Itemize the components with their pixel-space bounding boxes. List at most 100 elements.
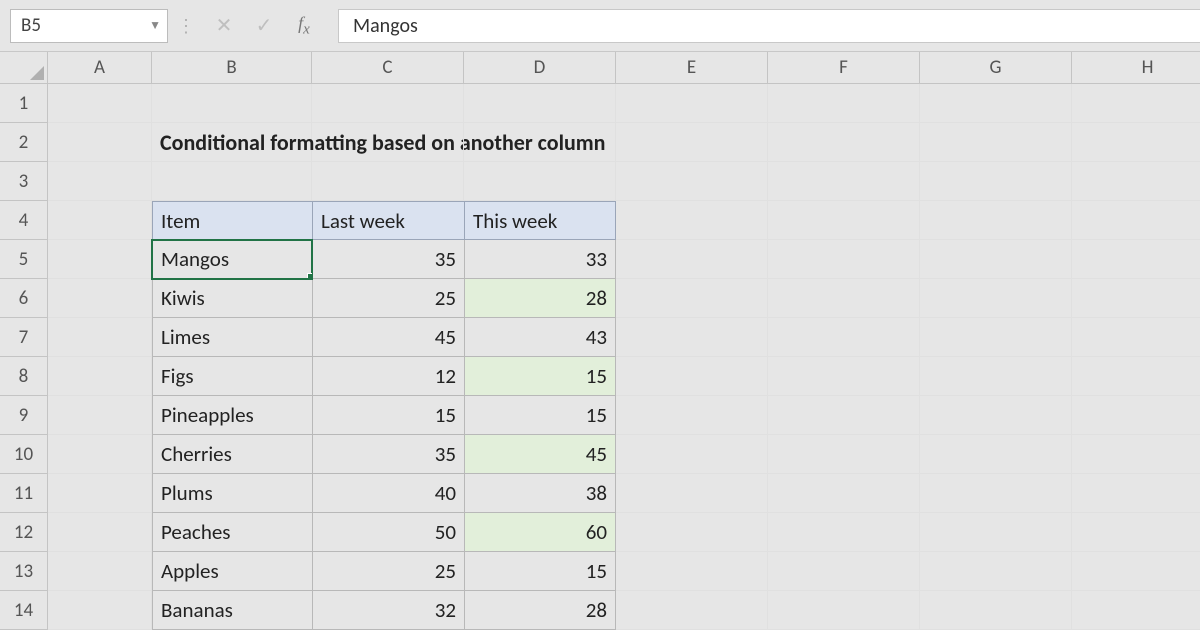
table-cell-last-week[interactable]: 35 (312, 435, 464, 474)
cell[interactable] (1072, 474, 1200, 513)
table-header[interactable]: This week (464, 201, 616, 240)
table-cell-last-week[interactable]: 50 (312, 513, 464, 552)
cell[interactable] (768, 435, 920, 474)
row-header[interactable]: 3 (0, 162, 48, 201)
cell[interactable] (616, 513, 768, 552)
row-header[interactable]: 4 (0, 201, 48, 240)
cell[interactable] (768, 201, 920, 240)
table-cell-item[interactable]: Peaches (152, 513, 312, 552)
cell[interactable] (152, 162, 312, 201)
table-cell-this-week[interactable]: 28 (464, 591, 616, 630)
table-cell-last-week[interactable]: 45 (312, 318, 464, 357)
cell[interactable] (48, 435, 152, 474)
table-cell-this-week[interactable]: 15 (464, 552, 616, 591)
cell[interactable] (616, 357, 768, 396)
cell[interactable] (48, 357, 152, 396)
column-header[interactable]: B (152, 52, 312, 84)
cell[interactable] (48, 513, 152, 552)
row-header[interactable]: 1 (0, 84, 48, 123)
cell[interactable] (616, 201, 768, 240)
cell[interactable] (768, 84, 920, 123)
cell[interactable] (616, 318, 768, 357)
table-cell-this-week[interactable]: 33 (464, 240, 616, 279)
column-header[interactable]: A (48, 52, 152, 84)
fx-icon[interactable]: fx (284, 13, 324, 39)
cell[interactable] (48, 240, 152, 279)
cell[interactable] (1072, 357, 1200, 396)
chevron-down-icon[interactable]: ▼ (149, 18, 161, 33)
cell[interactable] (920, 435, 1072, 474)
cell[interactable] (920, 357, 1072, 396)
cell[interactable] (48, 396, 152, 435)
cell[interactable] (48, 123, 152, 162)
cell[interactable] (1072, 84, 1200, 123)
formula-input[interactable]: Mangos (338, 9, 1200, 43)
cell[interactable] (464, 162, 616, 201)
column-header[interactable]: E (616, 52, 768, 84)
cell[interactable] (768, 318, 920, 357)
table-cell-last-week[interactable]: 35 (312, 240, 464, 279)
cell[interactable] (768, 357, 920, 396)
table-cell-this-week[interactable]: 28 (464, 279, 616, 318)
column-header[interactable]: H (1072, 52, 1200, 84)
column-header[interactable]: C (312, 52, 464, 84)
table-cell-last-week[interactable]: 32 (312, 591, 464, 630)
table-cell-this-week[interactable]: 45 (464, 435, 616, 474)
cell[interactable] (768, 513, 920, 552)
table-cell-this-week[interactable]: 38 (464, 474, 616, 513)
table-cell-this-week[interactable]: 60 (464, 513, 616, 552)
cell[interactable] (920, 396, 1072, 435)
cell[interactable] (616, 435, 768, 474)
cell[interactable] (616, 552, 768, 591)
cell[interactable] (48, 552, 152, 591)
cell[interactable] (48, 318, 152, 357)
table-cell-last-week[interactable]: 25 (312, 279, 464, 318)
cell[interactable] (920, 123, 1072, 162)
table-cell-item[interactable]: Pineapples (152, 396, 312, 435)
table-cell-item[interactable]: Apples (152, 552, 312, 591)
row-header[interactable]: 6 (0, 279, 48, 318)
table-header[interactable]: Last week (312, 201, 464, 240)
column-header[interactable]: F (768, 52, 920, 84)
cell[interactable] (1072, 396, 1200, 435)
cell[interactable] (1072, 123, 1200, 162)
cell[interactable] (768, 123, 920, 162)
cell[interactable] (48, 591, 152, 630)
cell[interactable] (616, 240, 768, 279)
table-cell-item[interactable]: Kiwis (152, 279, 312, 318)
row-header[interactable]: 7 (0, 318, 48, 357)
cell[interactable] (768, 279, 920, 318)
cell[interactable] (48, 474, 152, 513)
name-box[interactable]: B5 ▼ (10, 9, 168, 43)
row-header[interactable]: 8 (0, 357, 48, 396)
cell[interactable] (152, 84, 312, 123)
cell[interactable] (768, 474, 920, 513)
table-cell-item[interactable]: Figs (152, 357, 312, 396)
cell[interactable] (616, 84, 768, 123)
table-cell-item[interactable]: Limes (152, 318, 312, 357)
cell[interactable] (920, 84, 1072, 123)
table-cell-last-week[interactable]: 40 (312, 474, 464, 513)
cell[interactable] (768, 591, 920, 630)
cell[interactable] (48, 279, 152, 318)
cell[interactable] (920, 279, 1072, 318)
cell[interactable] (1072, 318, 1200, 357)
cell[interactable] (312, 123, 464, 162)
enter-formula-button[interactable]: ✓ (244, 9, 284, 43)
cell[interactable] (1072, 240, 1200, 279)
page-title[interactable]: Conditional formatting based on another … (152, 123, 312, 162)
cell[interactable] (312, 162, 464, 201)
cell[interactable] (48, 162, 152, 201)
cell[interactable] (1072, 162, 1200, 201)
cell[interactable] (1072, 201, 1200, 240)
cell[interactable] (768, 162, 920, 201)
cell[interactable] (464, 123, 616, 162)
cell[interactable] (312, 84, 464, 123)
cell[interactable] (1072, 435, 1200, 474)
cell[interactable] (768, 240, 920, 279)
selected-cell[interactable]: Mangos (152, 240, 312, 279)
table-cell-this-week[interactable]: 15 (464, 396, 616, 435)
table-header[interactable]: Item (152, 201, 312, 240)
table-cell-item[interactable]: Cherries (152, 435, 312, 474)
table-cell-last-week[interactable]: 15 (312, 396, 464, 435)
